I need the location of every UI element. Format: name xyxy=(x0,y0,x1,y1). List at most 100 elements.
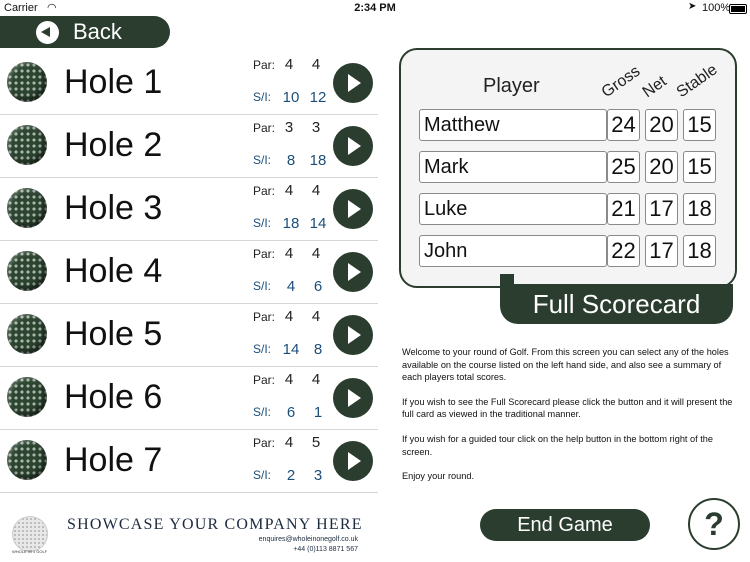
si-value: 14 xyxy=(282,341,300,358)
hole-row[interactable]: Hole 3 Par: 4 4 S/I: 18 14 xyxy=(0,178,378,241)
player-column-header: Player xyxy=(483,75,540,97)
back-button-label: Back xyxy=(73,19,122,44)
hole-row[interactable]: Hole 5 Par: 4 4 S/I: 14 8 xyxy=(0,304,378,367)
location-icon: ➤ xyxy=(688,1,697,12)
hole-name: Hole 6 xyxy=(64,378,163,416)
par-value: 3 xyxy=(311,119,321,136)
instructions-paragraph: If you wish to see the Full Scorecard pl… xyxy=(402,396,733,420)
hole-row[interactable]: Hole 4 Par: 4 4 S/I: 4 6 xyxy=(0,241,378,304)
play-hole-button[interactable] xyxy=(333,252,373,292)
gross-score: 24 xyxy=(607,109,640,141)
golf-ball-logo-icon xyxy=(12,516,48,552)
player-row: Mark 25 20 15 xyxy=(419,151,729,185)
hole-row[interactable]: Hole 7 Par: 4 5 S/I: 2 3 xyxy=(0,430,378,493)
si-value: 6 xyxy=(313,278,323,295)
si-value: 2 xyxy=(286,467,296,484)
par-value: 4 xyxy=(311,56,321,73)
player-name: Mark xyxy=(419,151,607,183)
sponsor-email: enquires@wholeinonegolf.co.uk xyxy=(258,536,358,543)
par-value: 4 xyxy=(284,245,294,262)
par-label: Par: xyxy=(253,310,276,324)
golf-ball-icon xyxy=(7,377,47,417)
end-game-button[interactable]: End Game xyxy=(480,509,650,541)
sponsor-headline: SHOWCASE YOUR COMPANY HERE xyxy=(67,516,363,533)
hole-row[interactable]: Hole 6 Par: 4 4 S/I: 6 1 xyxy=(0,367,378,430)
net-score: 20 xyxy=(645,151,678,183)
si-label: S/I: xyxy=(253,405,272,419)
par-value: 4 xyxy=(311,308,321,325)
golf-ball-icon xyxy=(7,440,47,480)
hole-name: Hole 7 xyxy=(64,441,163,479)
sponsor-phone: +44 (0)113 8871 567 xyxy=(293,546,358,553)
help-button[interactable]: ? xyxy=(688,498,740,550)
player-name: Luke xyxy=(419,193,607,225)
si-label: S/I: xyxy=(253,279,272,293)
play-hole-button[interactable] xyxy=(333,63,373,103)
stableford-score: 15 xyxy=(683,151,716,183)
stableford-score: 18 xyxy=(683,193,716,225)
si-label: S/I: xyxy=(253,153,272,167)
net-score: 17 xyxy=(645,235,678,267)
stableford-score: 15 xyxy=(683,109,716,141)
par-label: Par: xyxy=(253,58,276,72)
par-value: 4 xyxy=(284,434,294,451)
si-label: S/I: xyxy=(253,342,272,356)
par-value: 5 xyxy=(311,434,321,451)
par-value: 4 xyxy=(311,371,321,388)
hole-name: Hole 4 xyxy=(64,252,163,290)
par-label: Par: xyxy=(253,247,276,261)
player-row: John 22 17 18 xyxy=(419,235,729,269)
net-column-header: Net xyxy=(639,72,670,102)
play-hole-button[interactable] xyxy=(333,126,373,166)
back-arrow-icon xyxy=(36,21,59,44)
net-score: 17 xyxy=(645,193,678,225)
instructions-paragraph: Enjoy your round. xyxy=(402,471,475,482)
hole-row[interactable]: Hole 2 Par: 3 3 S/I: 8 18 xyxy=(0,115,378,178)
stable-column-header: Stable xyxy=(673,61,721,102)
par-value: 4 xyxy=(284,308,294,325)
full-scorecard-button[interactable]: Full Scorecard xyxy=(500,274,733,324)
hole-list[interactable]: Hole 1 Par: 4 4 S/I: 10 12 Hole 2 Par: 3… xyxy=(0,52,378,498)
net-score: 20 xyxy=(645,109,678,141)
par-value: 4 xyxy=(311,245,321,262)
golf-ball-icon xyxy=(7,314,47,354)
par-label: Par: xyxy=(253,121,276,135)
si-value: 18 xyxy=(282,215,300,232)
play-hole-button[interactable] xyxy=(333,378,373,418)
hole-name: Hole 1 xyxy=(64,63,163,101)
battery-percent: 100% xyxy=(702,2,731,14)
si-value: 8 xyxy=(286,152,296,169)
gross-score: 25 xyxy=(607,151,640,183)
stableford-score: 18 xyxy=(683,235,716,267)
instructions-paragraph: If you wish for a guided tour click on t… xyxy=(402,433,714,457)
par-value: 4 xyxy=(284,371,294,388)
play-hole-button[interactable] xyxy=(333,315,373,355)
si-label: S/I: xyxy=(253,90,272,104)
golf-ball-icon xyxy=(7,188,47,228)
si-value: 3 xyxy=(313,467,323,484)
par-value: 3 xyxy=(284,119,294,136)
back-button[interactable]: Back xyxy=(0,16,170,48)
si-label: S/I: xyxy=(253,216,272,230)
golf-ball-icon xyxy=(7,251,47,291)
player-row: Luke 21 17 18 xyxy=(419,193,729,227)
si-value: 12 xyxy=(309,89,327,106)
logo-text: WHOLE IN 1 GOLF xyxy=(12,549,48,554)
golf-ball-icon xyxy=(7,62,47,102)
gross-score: 21 xyxy=(607,193,640,225)
par-value: 4 xyxy=(311,182,321,199)
gross-column-header: Gross xyxy=(598,62,644,102)
hole-row[interactable]: Hole 1 Par: 4 4 S/I: 10 12 xyxy=(0,52,378,115)
battery-icon xyxy=(729,4,747,14)
instructions-paragraph: Welcome to your round of Golf. From this… xyxy=(402,347,729,383)
par-label: Par: xyxy=(253,184,276,198)
hole-name: Hole 5 xyxy=(64,315,163,353)
par-value: 4 xyxy=(284,182,294,199)
clock: 2:34 PM xyxy=(354,2,396,14)
play-hole-button[interactable] xyxy=(333,189,373,229)
gross-score: 22 xyxy=(607,235,640,267)
si-value: 10 xyxy=(282,89,300,106)
si-value: 8 xyxy=(313,341,323,358)
si-label: S/I: xyxy=(253,468,272,482)
play-hole-button[interactable] xyxy=(333,441,373,481)
